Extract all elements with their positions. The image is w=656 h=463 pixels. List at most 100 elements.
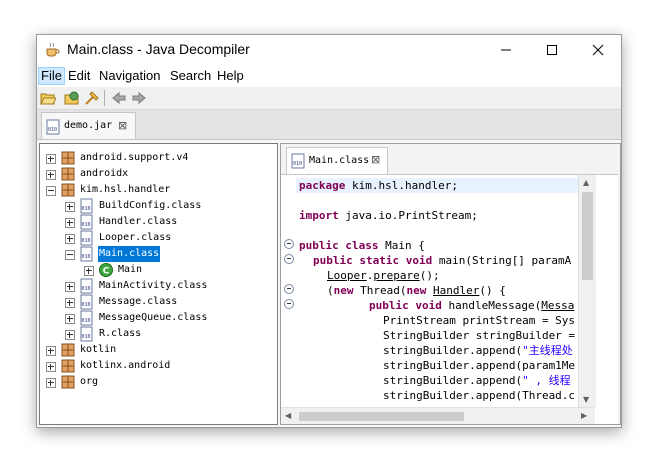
scroll-right-icon[interactable]: ▶ [581, 411, 587, 420]
tree-item-label: MainActivity.class [99, 280, 208, 291]
tree-item[interactable]: 010 R.class [40, 326, 275, 342]
menu-edit[interactable]: Edit [66, 68, 92, 84]
tree-item[interactable]: android.support.v4 [40, 150, 275, 166]
scroll-left-icon[interactable]: ◀ [285, 411, 291, 420]
code-line: package kim.hsl.handler; [299, 179, 458, 192]
tab-close-icon[interactable]: ⊠ [118, 119, 127, 132]
svg-text:010: 010 [48, 127, 57, 133]
scroll-up-icon[interactable]: ▲ [583, 178, 589, 187]
tree-item-label: Main.class [98, 246, 161, 262]
tree-item-label: org [80, 376, 99, 387]
expand-icon[interactable] [65, 218, 75, 228]
editor-tab-close-icon[interactable]: ⊠ [371, 153, 380, 166]
tree-item[interactable]: kim.hsl.handler [40, 182, 275, 198]
tree-item-label: androidx [80, 168, 129, 179]
tree-item[interactable]: 010 Message.class [40, 294, 275, 310]
tree-item-label: R.class [99, 328, 142, 339]
package-tree: android.support.v4 androidx kim.hsl.handle… [39, 143, 278, 425]
tree-item[interactable]: androidx [40, 166, 275, 182]
close-button[interactable] [575, 35, 621, 65]
tab-demo-jar[interactable]: 010 demo.jar ⊠ [41, 112, 136, 141]
close-icon [592, 44, 604, 56]
menu-help[interactable]: Help [215, 68, 246, 84]
class-file-icon: 010 [80, 198, 93, 214]
tab-main-class[interactable]: 010 Main.class ⊠ [286, 147, 388, 174]
search-icon[interactable] [84, 90, 100, 106]
code-line: Looper.prepare(); [327, 269, 440, 282]
maximize-icon [547, 45, 557, 55]
minimize-button[interactable] [483, 35, 529, 65]
class-file-icon: 010 [80, 214, 93, 230]
svg-text:C: C [103, 266, 110, 276]
fold-toggle-icon[interactable] [284, 254, 294, 264]
toolbar [37, 87, 621, 110]
tree-item[interactable]: 010 Looper.class [40, 230, 275, 246]
fold-toggle-icon[interactable] [284, 239, 294, 249]
open-file-icon[interactable] [40, 90, 56, 106]
minimize-icon [501, 49, 511, 51]
expand-icon[interactable] [46, 346, 56, 356]
tree-item[interactable]: 010 MessageQueue.class [40, 310, 275, 326]
svg-text:010: 010 [82, 334, 91, 340]
expand-icon[interactable] [46, 170, 56, 180]
coffee-cup-icon [46, 42, 60, 57]
menu-bar: File Edit Navigation Search Help [37, 65, 621, 87]
fold-toggle-icon[interactable] [284, 299, 294, 309]
package-icon [61, 359, 75, 373]
app-window: Main.class - Java Decompiler File Edit N… [36, 34, 622, 428]
jar-file-icon: 010 [46, 119, 60, 135]
fold-toggle-icon[interactable] [284, 284, 294, 294]
expand-icon[interactable] [65, 202, 75, 212]
code-line: stringBuilder.append(param1Me [383, 359, 576, 372]
forward-arrow-icon[interactable] [131, 90, 147, 106]
menu-navigation[interactable]: Navigation [97, 68, 162, 84]
tree-item[interactable]: 010 Main.class [40, 246, 275, 262]
file-tab-bar: 010 demo.jar ⊠ [37, 110, 621, 141]
svg-text:010: 010 [82, 302, 91, 308]
expand-icon[interactable] [65, 234, 75, 244]
vertical-scroll-thumb[interactable] [582, 192, 593, 280]
collapse-icon[interactable] [46, 186, 56, 196]
expand-icon[interactable] [46, 362, 56, 372]
expand-icon[interactable] [65, 282, 75, 292]
class-file-icon: 010 [80, 326, 93, 342]
menu-search[interactable]: Search [168, 68, 213, 84]
svg-text:010: 010 [82, 206, 91, 212]
expand-icon[interactable] [65, 298, 75, 308]
svg-text:010: 010 [82, 286, 91, 292]
open-type-icon[interactable] [64, 90, 80, 106]
window-title: Main.class - Java Decompiler [67, 41, 250, 57]
tree-item[interactable]: C Main [40, 262, 275, 278]
expand-icon[interactable] [84, 266, 94, 276]
fold-gutter [281, 175, 296, 424]
svg-text:010: 010 [82, 238, 91, 244]
tree-item[interactable]: kotlin [40, 342, 275, 358]
code-line: stringBuilder.append(Thread.c [383, 389, 576, 402]
editor-tab-label: Main.class [309, 155, 370, 166]
tree-item[interactable]: 010 MainActivity.class [40, 278, 275, 294]
code-line: (new Thread(new Handler() { [327, 284, 506, 297]
tree-item-label: kotlinx.android [80, 360, 171, 371]
code-line: StringBuilder stringBuilder = [383, 329, 576, 342]
vertical-scrollbar[interactable]: ▲ ▼ [578, 175, 596, 407]
toolbar-separator [104, 90, 105, 106]
menu-file[interactable]: File [38, 67, 65, 85]
tree-item[interactable]: 010 BuildConfig.class [40, 198, 275, 214]
tree-item[interactable]: org [40, 374, 275, 390]
expand-icon[interactable] [65, 314, 75, 324]
title-bar: Main.class - Java Decompiler [37, 35, 621, 65]
horizontal-scrollbar[interactable]: ◀ ▶ [281, 407, 595, 424]
expand-icon[interactable] [65, 330, 75, 340]
maximize-button[interactable] [529, 35, 575, 65]
horizontal-scroll-thumb[interactable] [299, 412, 464, 421]
expand-icon[interactable] [46, 154, 56, 164]
expand-icon[interactable] [46, 378, 56, 388]
collapse-icon[interactable] [65, 250, 75, 260]
back-arrow-icon[interactable] [111, 90, 127, 106]
scroll-down-icon[interactable]: ▼ [583, 395, 589, 404]
code-line: import java.io.PrintStream; [299, 209, 478, 222]
tree-item[interactable]: 010 Handler.class [40, 214, 275, 230]
code-editor[interactable]: package kim.hsl.handler; import java.io.… [281, 174, 618, 424]
tree-item[interactable]: kotlinx.android [40, 358, 275, 374]
tree-item-label: kim.hsl.handler [80, 184, 171, 195]
